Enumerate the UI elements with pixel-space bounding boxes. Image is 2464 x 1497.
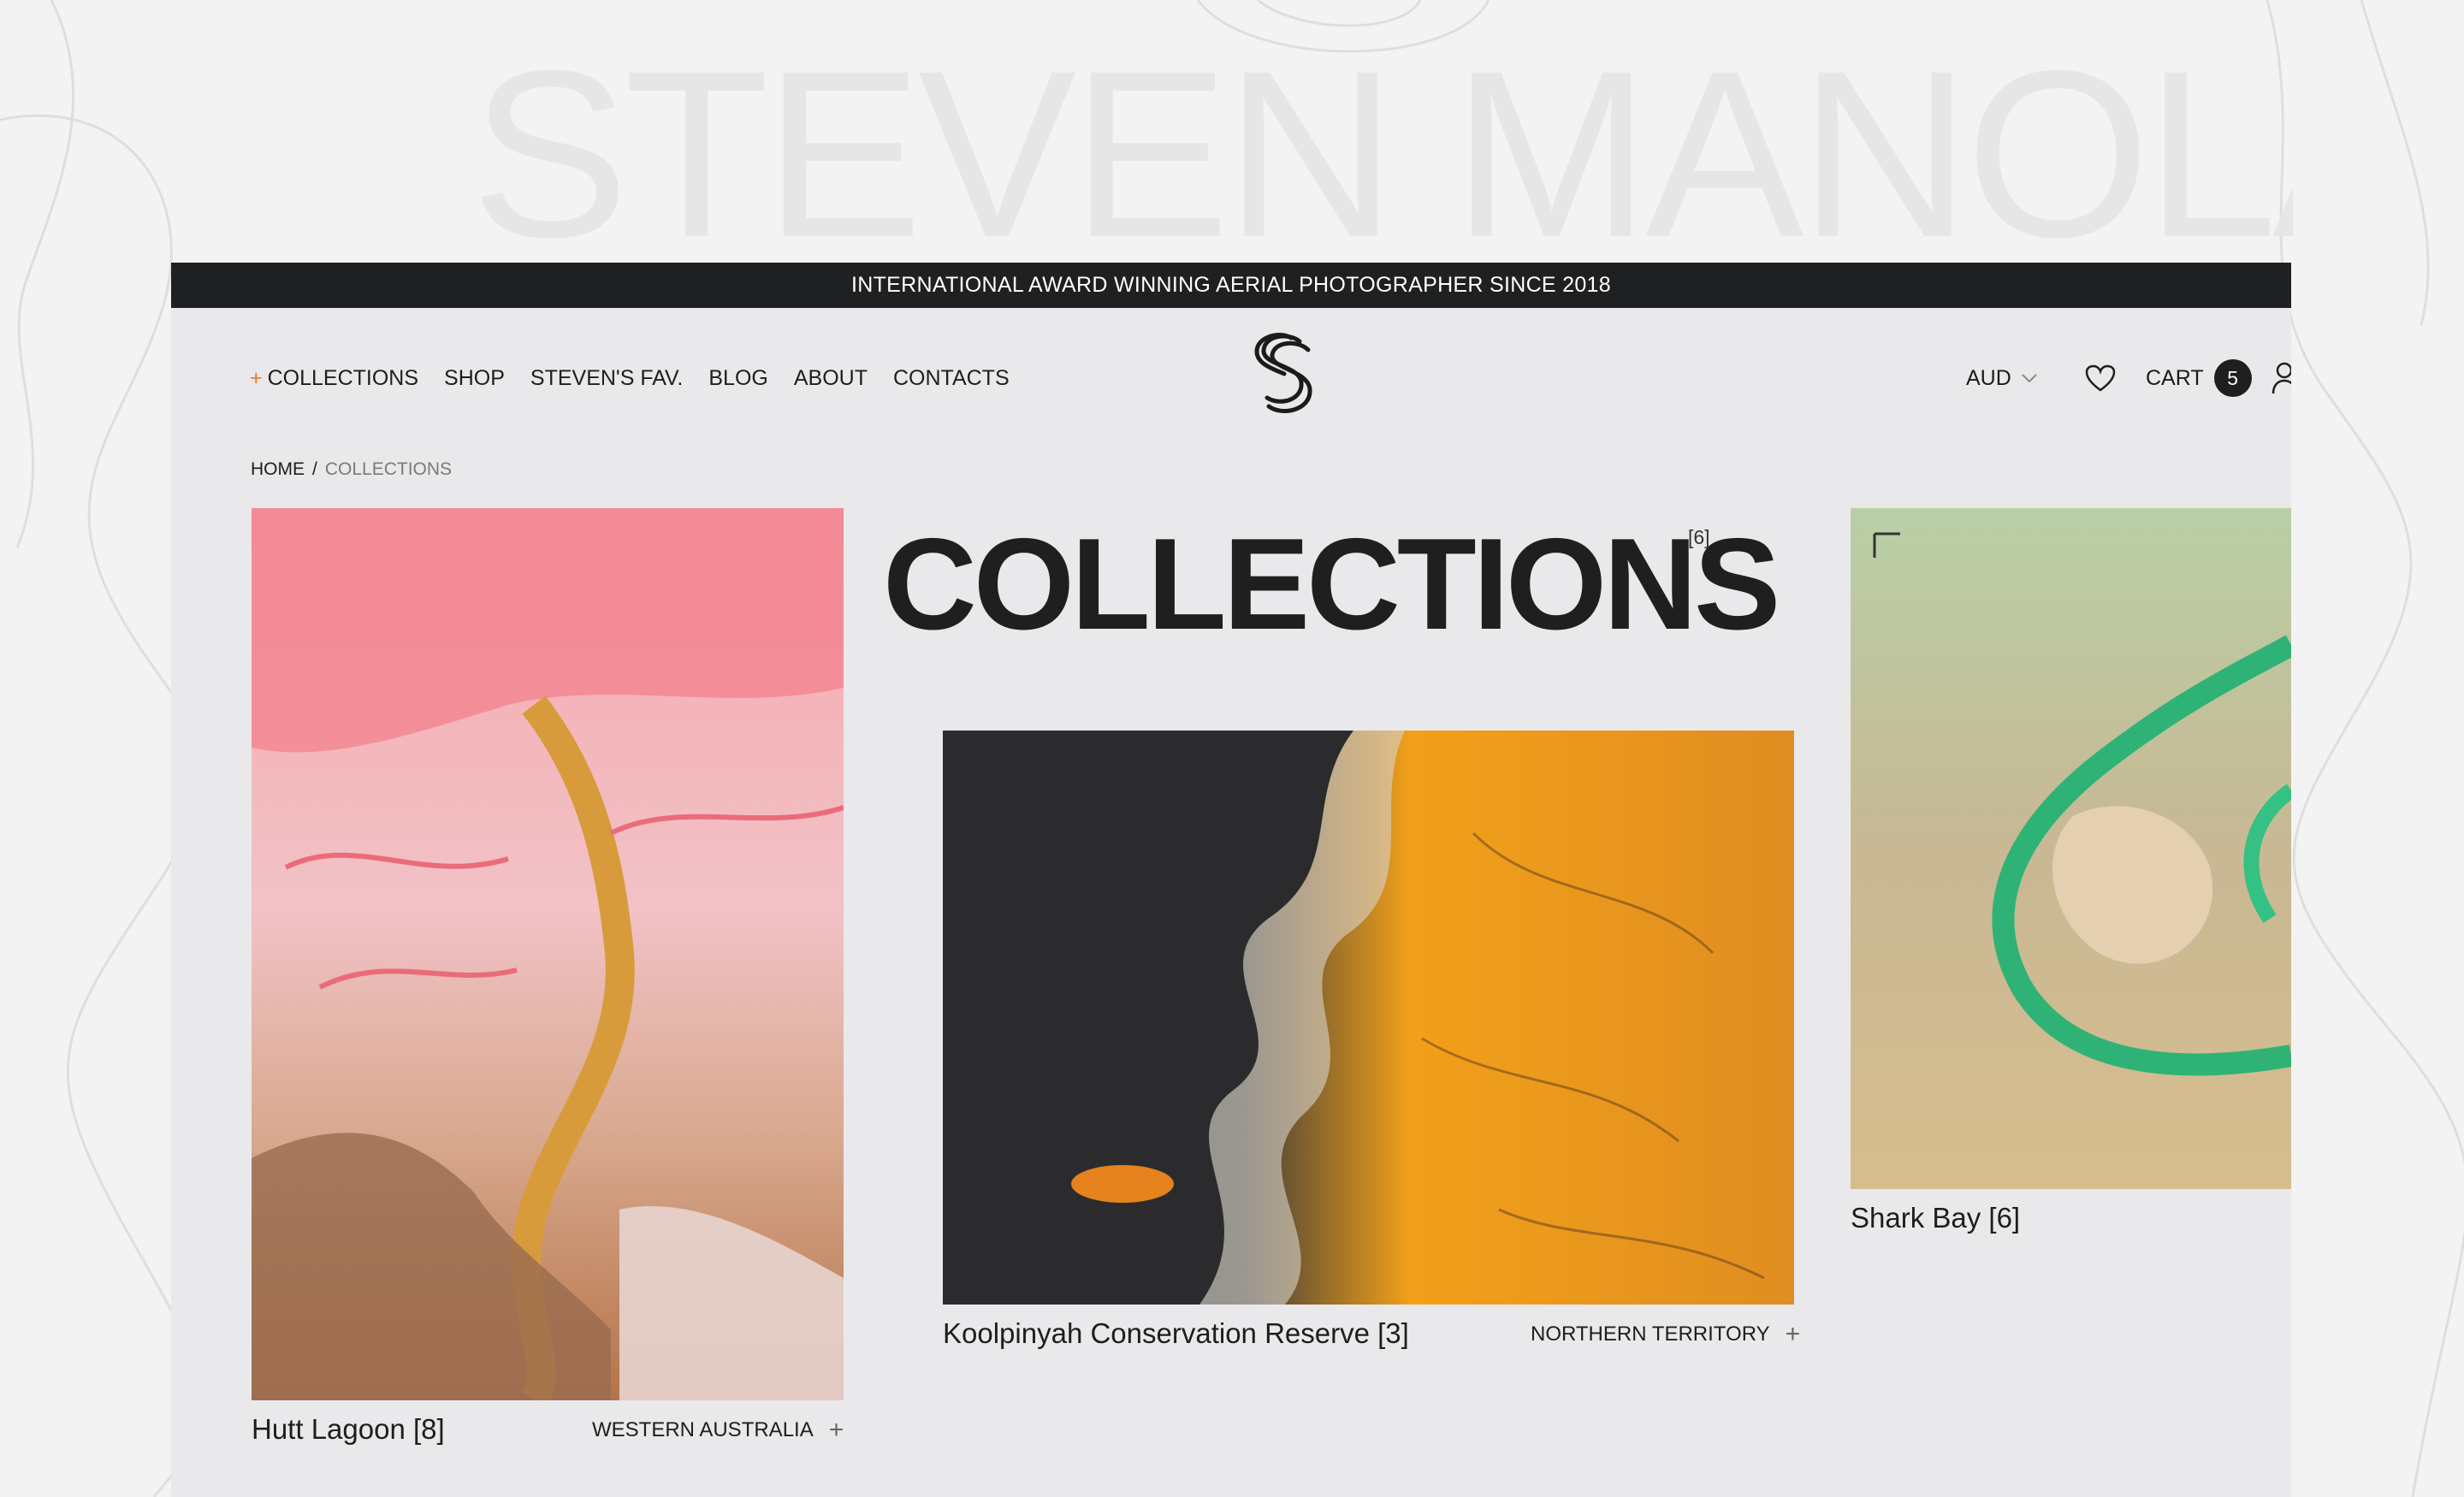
page-title: COLLECTIONS [883, 512, 1780, 657]
currency-selector[interactable]: AUD [1966, 357, 2037, 399]
breadcrumb-home-link[interactable]: HOME [251, 459, 305, 480]
collection-title-koolpinyah[interactable]: Koolpinyah Conservation Reserve [3] [943, 1317, 1409, 1350]
cart-button[interactable]: CART 5 [2146, 357, 2252, 399]
nav-item-blog[interactable]: BLOG [708, 366, 767, 391]
plus-icon: + [1785, 1320, 1801, 1348]
aerial-image-orange-wetland [943, 731, 1794, 1305]
nav-item-contacts[interactable]: CONTACTS [893, 366, 1010, 391]
plus-icon: + [250, 365, 263, 390]
announcement-bar: INTERNATIONAL AWARD WINNING AERIAL PHOTO… [171, 263, 2291, 308]
aerial-image-pink-lagoon [252, 508, 844, 1400]
nav-item-about[interactable]: ABOUT [794, 366, 868, 391]
wishlist-button[interactable] [2079, 357, 2122, 399]
account-button[interactable] [2272, 357, 2291, 399]
collection-title-hutt-lagoon[interactable]: Hutt Lagoon [8] [252, 1413, 445, 1446]
collection-region-western-australia[interactable]: WESTERN AUSTRALIA + [592, 1416, 844, 1445]
plus-icon: + [828, 1416, 844, 1444]
collection-region-northern-territory[interactable]: NORTHERN TERRITORY + [1531, 1320, 1800, 1349]
ss-monogram-logo[interactable] [1247, 331, 1324, 422]
nav-item-stevens-fav[interactable]: STEVEN'S FAV. [530, 366, 683, 391]
breadcrumb-current: COLLECTIONS [324, 459, 453, 479]
heart-icon [2085, 364, 2116, 392]
aerial-image-green-sandbar [1851, 508, 2291, 1189]
collection-photo-hutt-lagoon[interactable] [252, 508, 844, 1400]
collection-photo-shark-bay[interactable] [1851, 508, 2291, 1189]
website-frame: INTERNATIONAL AWARD WINNING AERIAL PHOTO… [171, 263, 2291, 1497]
collection-title-shark-bay[interactable]: Shark Bay [6] [1851, 1202, 2020, 1234]
region-label: NORTHERN TERRITORY [1531, 1322, 1770, 1346]
nav-item-shop[interactable]: SHOP [444, 366, 505, 391]
nav-item-label: COLLECTIONS [267, 365, 419, 390]
breadcrumb: HOME / COLLECTIONS [251, 459, 452, 480]
region-label: WESTERN AUSTRALIA [592, 1418, 814, 1441]
cart-label: CART [2146, 365, 2204, 390]
collection-photo-koolpinyah[interactable] [943, 731, 1794, 1305]
currency-label: AUD [1966, 365, 2011, 390]
collection-count: [6] [1688, 526, 1710, 548]
cart-count-badge: 5 [2213, 359, 2252, 397]
nav-item-collections[interactable]: + COLLECTIONS [250, 366, 418, 391]
background-watermark-name: STEVEN MANOLAKIS [471, 43, 2293, 265]
breadcrumb-separator: / [312, 459, 317, 479]
chevron-down-icon [2022, 374, 2037, 383]
main-nav: + COLLECTIONS SHOP STEVEN'S FAV. BLOG ABO… [250, 357, 1035, 399]
user-icon [2272, 362, 2291, 394]
